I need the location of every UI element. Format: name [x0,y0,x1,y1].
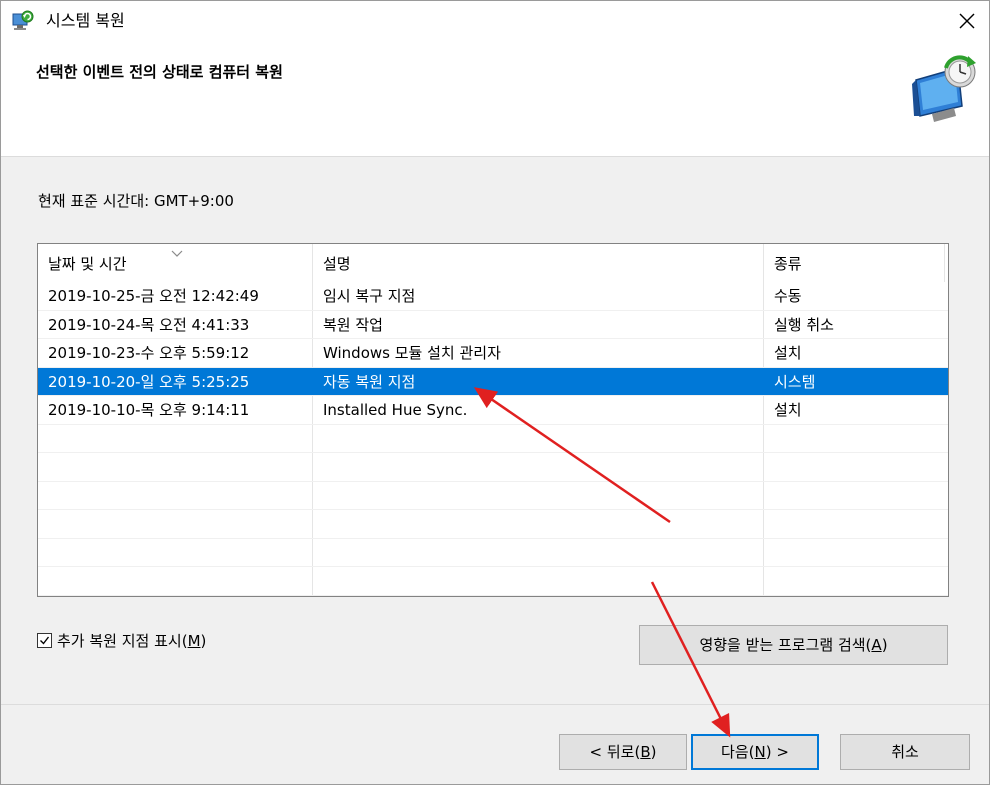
system-restore-large-icon [910,54,982,124]
cell-type: 설치 [774,344,802,362]
cell-type: 설치 [774,401,802,419]
cell-description: 임시 복구 지점 [313,282,764,310]
cell-description: 복원 작업 [313,310,764,338]
empty-row [38,481,948,510]
empty-cell [38,481,313,509]
empty-cell [38,538,313,566]
cell-date: 2019-10-20-일 오후 5:25:25 [38,367,313,395]
scan-affected-programs-button[interactable]: 영향을 받는 프로그램 검색(A) [639,625,948,665]
empty-row [38,453,948,482]
empty-row [38,567,948,596]
empty-row [38,424,948,453]
table-row[interactable]: 2019-10-25-금 오전 12:42:49 임시 복구 지점 수동 [38,282,948,311]
close-icon [959,13,975,29]
empty-cell [38,510,313,538]
list-rows: 2019-10-25-금 오전 12:42:49 임시 복구 지점 수동 2019-1… [38,282,948,596]
table-row[interactable]: 2019-10-24-목 오전 4:41:33 복원 작업 실행 취소 [38,310,948,339]
table-row[interactable]: 2019-10-20-일 오후 5:25:25 자동 복원 지점 시스템 [38,367,948,396]
checkmark-icon [40,636,50,645]
empty-cell [313,453,764,481]
show-more-restore-points[interactable]: 추가 복원 지점 표시(M) [37,628,206,652]
cell-description: 자동 복원 지점 [313,367,764,395]
empty-cell [38,453,313,481]
column-header-type[interactable]: 종류 [764,244,945,282]
page-heading: 선택한 이벤트 전의 상태로 컴퓨터 복원 [36,63,283,81]
empty-cell [764,482,945,510]
empty-cell [764,567,945,595]
cell-type: 시스템 [774,372,816,391]
table-row[interactable]: 2019-10-10-목 오후 9:14:11 Installed Hue Syn… [38,396,948,425]
empty-row [38,510,948,539]
next-button[interactable]: 다음(N) > [691,734,819,770]
restore-point-list[interactable]: 날짜 및 시간 설명 종류 2019-10-25-금 오전 12:42:49 임시… [37,243,949,597]
show-more-checkbox[interactable] [37,632,52,648]
empty-cell [313,481,764,509]
cell-date: 2019-10-24-목 오전 4:41:33 [38,310,313,338]
list-header: 날짜 및 시간 설명 종류 [38,244,948,282]
cancel-button[interactable]: 취소 [840,734,970,770]
cell-date: 2019-10-10-목 오후 9:14:11 [38,396,313,424]
empty-cell [313,510,764,538]
empty-cell [764,453,945,481]
empty-cell [38,567,313,595]
empty-cell [764,539,945,567]
column-header-description[interactable]: 설명 [313,244,764,282]
system-restore-icon [12,10,34,32]
sort-chevron-down-icon [171,244,183,257]
empty-cell [313,567,764,595]
back-button[interactable]: < 뒤로(B) [559,734,687,770]
cell-description: Installed Hue Sync. [313,396,764,424]
cell-type: 수동 [774,287,802,305]
cell-type: 실행 취소 [774,315,834,334]
empty-cell [764,510,945,538]
cell-description: Windows 모듈 설치 관리자 [313,339,764,367]
empty-cell [764,425,945,453]
empty-cell [313,538,764,566]
empty-cell [38,424,313,452]
empty-row [38,538,948,567]
cell-date: 2019-10-25-금 오전 12:42:49 [38,282,313,310]
window-title: 시스템 복원 [46,11,125,30]
timezone-label: 현재 표준 시간대: GMT+9:00 [38,192,234,210]
empty-cell [313,424,764,452]
cell-date: 2019-10-23-수 오후 5:59:12 [38,339,313,367]
footer-divider [0,704,990,705]
show-more-label: 추가 복원 지점 표시(M) [57,631,207,650]
table-row[interactable]: 2019-10-23-수 오후 5:59:12 Windows 모듈 설치 관리자… [38,339,948,368]
close-button[interactable] [954,8,980,34]
